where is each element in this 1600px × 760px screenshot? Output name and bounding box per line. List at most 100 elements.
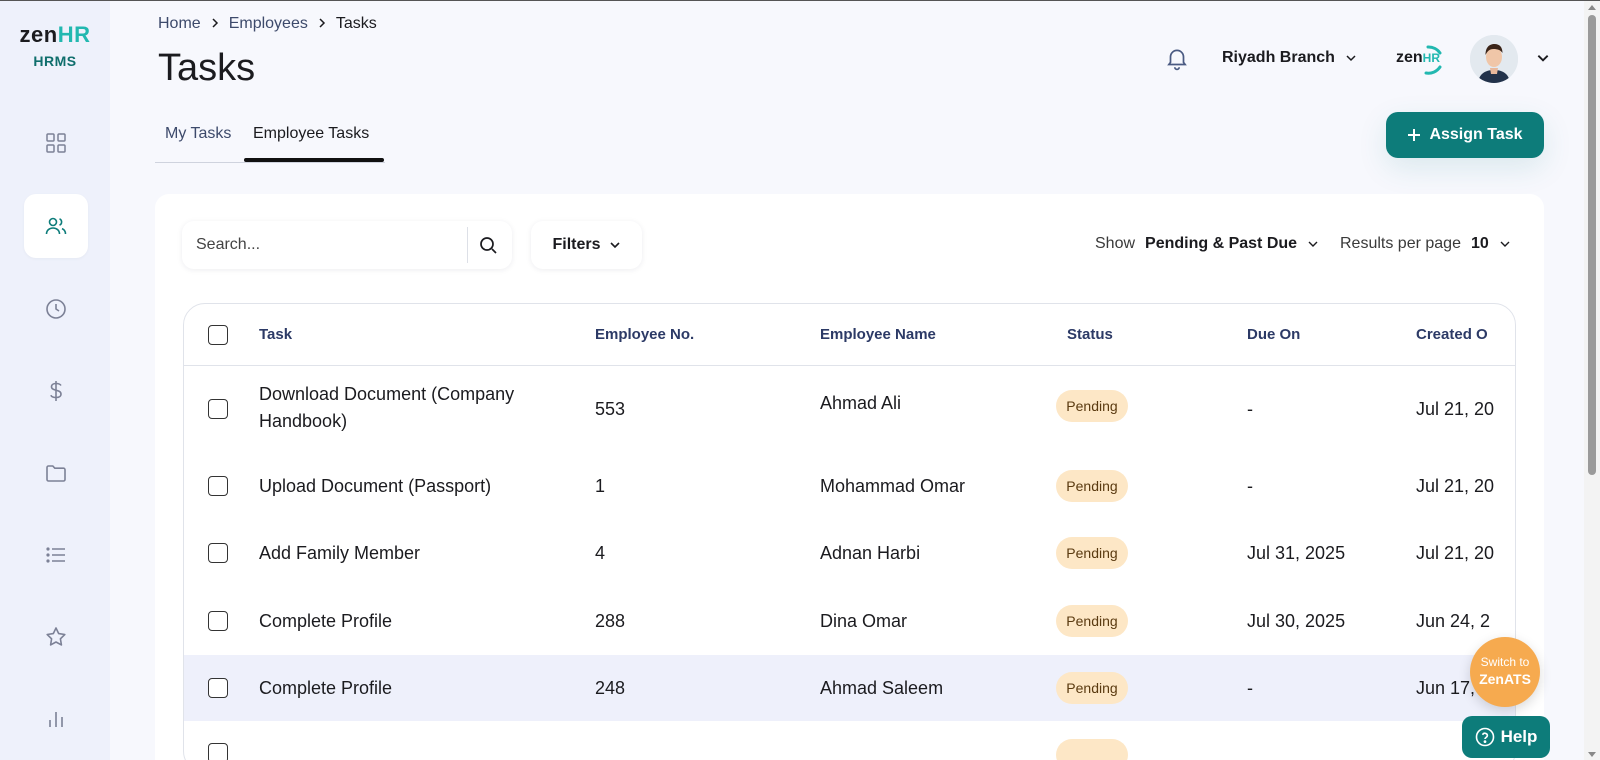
chevron-down-icon bbox=[1500, 241, 1510, 247]
company-logo: zenHR bbox=[1394, 41, 1450, 77]
logo-zen: zen bbox=[19, 22, 58, 47]
sidebar-item-payroll[interactable] bbox=[24, 359, 88, 423]
table-row[interactable]: Complete Profile 288 Dina Omar Pending J… bbox=[184, 587, 1515, 655]
chevron-right-icon bbox=[316, 16, 328, 32]
assign-task-button[interactable]: Assign Task bbox=[1386, 112, 1544, 158]
created-on-cell: Jun 24, 2 bbox=[1416, 611, 1491, 631]
search-button[interactable] bbox=[476, 233, 500, 257]
scroll-down-arrow-icon[interactable] bbox=[1588, 752, 1596, 757]
task-cell[interactable]: Download Document (Company Handbook) bbox=[259, 381, 559, 435]
show-value: Pending & Past Due bbox=[1145, 235, 1298, 252]
created-on-cell: Jul 21, 20 bbox=[1416, 543, 1495, 563]
column-header-task[interactable]: Task bbox=[259, 326, 292, 343]
logo[interactable]: zenHR HRMS bbox=[14, 22, 96, 70]
table-row[interactable]: Complete Profile 248 Ahmad Saleem Pendin… bbox=[184, 655, 1515, 721]
table-row[interactable]: Download Document (Company Handbook) 553… bbox=[184, 367, 1515, 453]
profile-menu-toggle[interactable] bbox=[1536, 51, 1550, 70]
star-icon bbox=[46, 627, 66, 646]
task-cell[interactable]: Upload Document (Passport) bbox=[259, 476, 491, 497]
tabs: My Tasks Employee Tasks bbox=[155, 121, 385, 163]
due-on-cell: Jul 30, 2025 bbox=[1247, 611, 1346, 631]
employee-name-cell: Mohammad Omar bbox=[820, 476, 966, 496]
employee-no-cell: 1 bbox=[595, 476, 606, 496]
assign-task-label: Assign Task bbox=[1429, 126, 1523, 143]
table-header: Task Employee No. Employee Name Status D… bbox=[184, 304, 1515, 366]
created-on-cell: Jul 21, 20 bbox=[1416, 399, 1495, 419]
tab-employee-tasks[interactable]: Employee Tasks bbox=[253, 125, 369, 143]
filters-button[interactable]: Filters bbox=[531, 221, 642, 269]
users-icon bbox=[45, 217, 67, 235]
employee-no-cell: 553 bbox=[595, 399, 626, 419]
sidebar-item-tasks[interactable] bbox=[24, 523, 88, 587]
row-checkbox[interactable] bbox=[208, 476, 228, 496]
switch-line1: Switch to bbox=[1480, 655, 1530, 669]
column-header-employee-no[interactable]: Employee No. bbox=[595, 326, 694, 343]
column-header-created-on[interactable]: Created O bbox=[1416, 326, 1488, 343]
tasks-table: Task Employee No. Employee Name Status D… bbox=[183, 303, 1516, 760]
status-badge: Pending bbox=[1056, 537, 1128, 569]
search-box bbox=[182, 221, 512, 269]
plus-icon bbox=[1408, 129, 1421, 141]
employee-name-cell: Dina Omar bbox=[820, 611, 908, 631]
column-header-due-on[interactable]: Due On bbox=[1247, 326, 1300, 343]
search-divider bbox=[467, 227, 468, 263]
breadcrumb-home[interactable]: Home bbox=[158, 15, 201, 33]
row-checkbox[interactable] bbox=[208, 611, 228, 631]
row-checkbox[interactable] bbox=[208, 743, 228, 760]
chevron-right-icon bbox=[209, 16, 221, 32]
task-cell[interactable]: Complete Profile bbox=[259, 611, 392, 632]
branch-label: Riyadh Branch bbox=[1222, 49, 1335, 66]
help-button[interactable]: Help bbox=[1462, 716, 1550, 758]
employee-no-cell: 248 bbox=[595, 678, 626, 698]
select-all-checkbox[interactable] bbox=[208, 325, 228, 345]
column-header-employee-name[interactable]: Employee Name bbox=[820, 326, 936, 343]
chevron-down-icon bbox=[1308, 241, 1318, 247]
show-filter-dropdown[interactable]: Show Pending & Past Due bbox=[1095, 235, 1319, 253]
breadcrumb-employees[interactable]: Employees bbox=[229, 15, 308, 33]
chevron-down-icon bbox=[609, 242, 620, 249]
due-on-cell: Jul 31, 2025 bbox=[1247, 543, 1346, 563]
avatar[interactable] bbox=[1470, 35, 1518, 83]
row-checkbox[interactable] bbox=[208, 399, 228, 419]
sidebar-item-employees[interactable] bbox=[24, 194, 88, 258]
status-badge: Pending bbox=[1056, 470, 1128, 502]
employee-name-cell: Ahmad Ali bbox=[820, 393, 902, 413]
table-row[interactable]: Add Family Member 4 Adnan Harbi Pending … bbox=[184, 519, 1515, 587]
results-per-page-dropdown[interactable]: Results per page 10 bbox=[1340, 235, 1511, 253]
column-header-status[interactable]: Status bbox=[1067, 326, 1113, 343]
scroll-up-arrow-icon[interactable] bbox=[1588, 5, 1596, 10]
chevron-down-icon bbox=[1537, 55, 1549, 62]
rpp-value: 10 bbox=[1470, 235, 1489, 252]
show-label: Show bbox=[1095, 235, 1136, 252]
due-on-cell: - bbox=[1247, 678, 1253, 698]
company-logo-zen: zen bbox=[1396, 49, 1423, 66]
switch-to-zenats-button[interactable]: Switch to ZenATS bbox=[1470, 637, 1540, 707]
sidebar-item-attendance[interactable] bbox=[24, 277, 88, 341]
status-badge: Pending bbox=[1056, 605, 1128, 637]
row-checkbox[interactable] bbox=[208, 678, 228, 698]
row-checkbox[interactable] bbox=[208, 543, 228, 563]
dollar-icon bbox=[50, 381, 62, 401]
branch-selector[interactable]: Riyadh Branch bbox=[1222, 49, 1357, 67]
created-on-cell: Jul 21, 20 bbox=[1416, 476, 1495, 496]
notifications-button[interactable] bbox=[1164, 45, 1190, 71]
table-row[interactable] bbox=[184, 721, 1515, 760]
breadcrumb-current: Tasks bbox=[335, 15, 377, 32]
sidebar-item-documents[interactable] bbox=[24, 441, 88, 505]
scroll-thumb[interactable] bbox=[1588, 15, 1596, 475]
table-row[interactable]: Upload Document (Passport) 1 Mohammad Om… bbox=[184, 453, 1515, 519]
sidebar-item-performance[interactable] bbox=[24, 605, 88, 669]
task-cell[interactable]: Add Family Member bbox=[259, 543, 420, 564]
search-input[interactable] bbox=[196, 233, 446, 257]
task-cell[interactable]: Complete Profile bbox=[259, 678, 392, 699]
sidebar-item-reports[interactable] bbox=[24, 687, 88, 751]
page-scrollbar[interactable] bbox=[1584, 1, 1600, 760]
page-title: Tasks bbox=[158, 47, 256, 89]
employee-name-cell: Adnan Harbi bbox=[820, 543, 921, 563]
bar-chart-icon bbox=[49, 712, 63, 727]
logo-subtitle: HRMS bbox=[33, 53, 77, 69]
tab-my-tasks[interactable]: My Tasks bbox=[165, 125, 231, 143]
active-tab-indicator bbox=[244, 158, 384, 162]
sidebar-item-dashboard[interactable] bbox=[24, 111, 88, 175]
employee-no-cell: 288 bbox=[595, 611, 626, 631]
